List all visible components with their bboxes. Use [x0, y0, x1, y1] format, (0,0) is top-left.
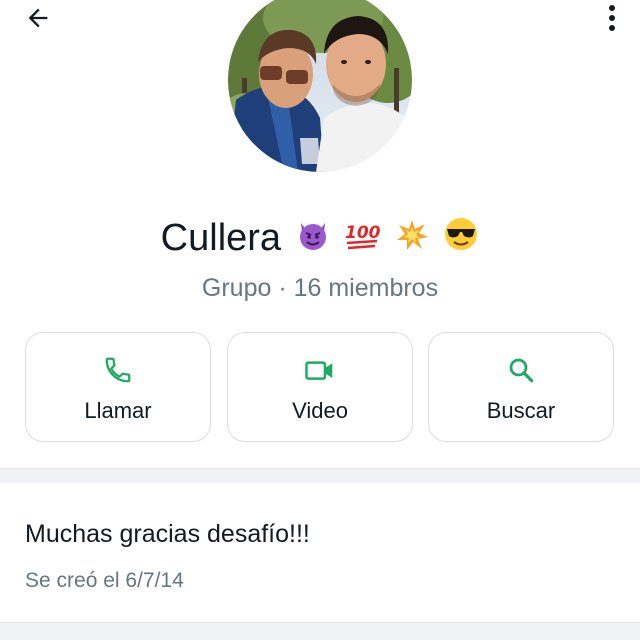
group-name-text: Cullera [160, 217, 282, 259]
search-icon [509, 358, 534, 383]
video-camera-icon [305, 361, 333, 380]
group-name[interactable]: Cullera 100 [0, 210, 640, 268]
search-button-label: Buscar [486, 398, 556, 423]
group-description[interactable]: Muchas gracias desafío!!! [25, 514, 310, 554]
hundred-points-emoji: 100 [344, 212, 381, 268]
action-buttons: Llamar Video Buscar [25, 332, 615, 444]
search-button[interactable]: Buscar [428, 332, 614, 442]
call-button[interactable]: Llamar [25, 332, 211, 442]
more-vertical-icon [609, 5, 615, 31]
sunglasses-face-emoji [443, 212, 479, 268]
video-button[interactable]: Video [227, 332, 413, 442]
group-subtitle: Grupo · 16 miembros [201, 274, 439, 302]
section-divider-bottom [0, 622, 640, 640]
more-options-button[interactable] [600, 0, 624, 36]
video-button-label: Video [292, 398, 348, 423]
smiling-devil-emoji [296, 212, 330, 268]
group-created-date: Se creó el 6/7/14 [25, 569, 184, 592]
phone-icon [105, 357, 131, 383]
back-button[interactable] [18, 0, 58, 36]
group-info-screen: Cullera 100 Grupo · 16 miembros Llamar V… [0, 0, 640, 640]
call-button-label: Llamar [84, 398, 152, 423]
collision-emoji [395, 212, 429, 268]
arrow-left-icon [28, 8, 48, 28]
group-photo [228, 0, 412, 172]
section-divider [0, 468, 640, 483]
group-avatar[interactable] [228, 0, 412, 172]
